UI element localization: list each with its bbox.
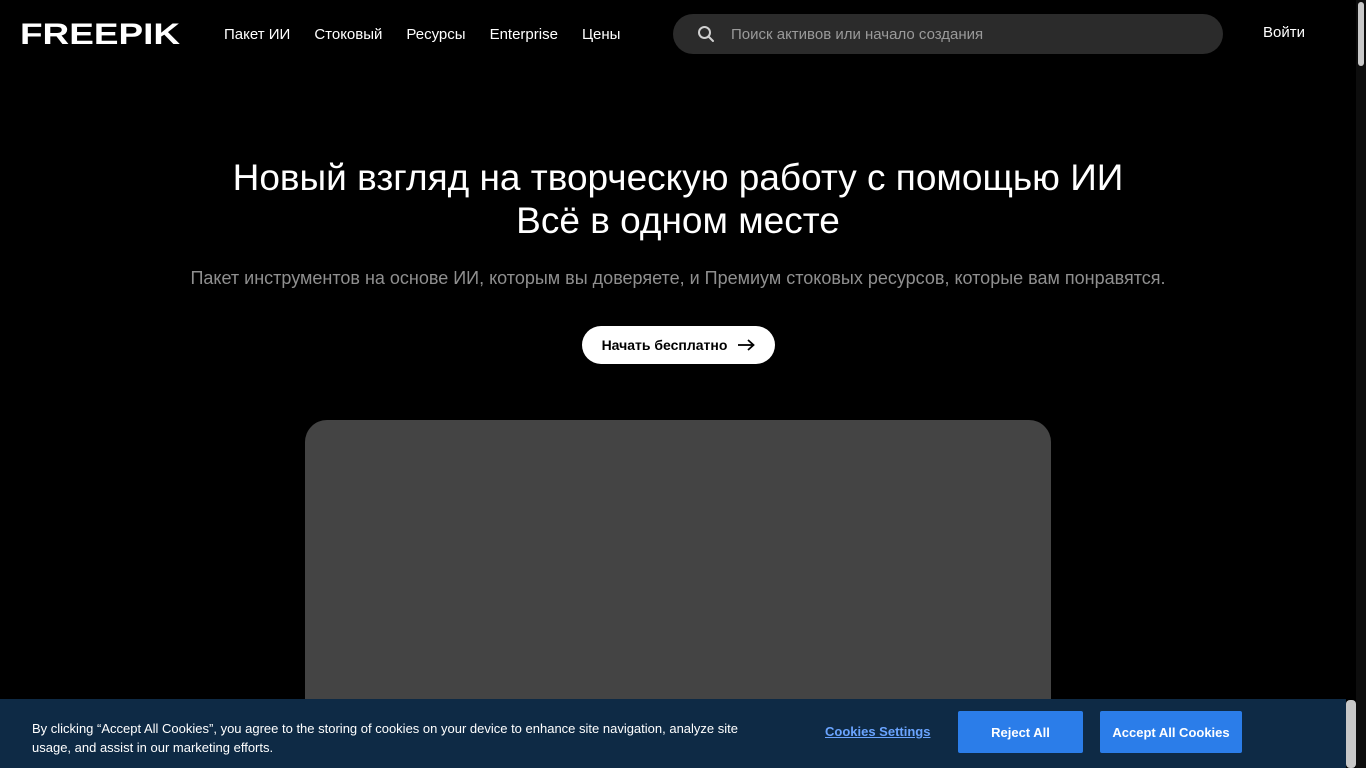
login-link[interactable]: Войти: [1263, 24, 1305, 41]
scrollbar-thumb[interactable]: [1358, 2, 1364, 66]
cookie-text: By clicking “Accept All Cookies”, you ag…: [32, 721, 738, 755]
site-header: FREEPIK Пакет ИИ Стоковый Ресурсы Enterp…: [0, 0, 1356, 68]
hero-title-line-1: Новый взгляд на творческую работу с помо…: [232, 157, 1124, 198]
start-free-button[interactable]: Начать бесплатно: [582, 326, 775, 364]
nav-item-pricing[interactable]: Цены: [570, 26, 633, 43]
freepik-logo[interactable]: FREEPIK: [20, 20, 180, 48]
reject-all-button[interactable]: Reject All: [958, 711, 1083, 753]
nav-item-stock[interactable]: Стоковый: [302, 26, 394, 43]
arrow-right-icon: [738, 339, 756, 351]
cookies-settings-link[interactable]: Cookies Settings: [825, 724, 930, 739]
search-bar[interactable]: [673, 14, 1223, 54]
start-free-label: Начать бесплатно: [601, 337, 728, 353]
main-nav: Пакет ИИ Стоковый Ресурсы Enterprise Цен…: [212, 0, 632, 68]
hero-subtitle: Пакет инструментов на основе ИИ, которым…: [190, 268, 1166, 288]
cookie-banner: By clicking “Accept All Cookies”, you ag…: [0, 699, 1346, 768]
accept-all-cookies-button[interactable]: Accept All Cookies: [1100, 711, 1242, 753]
cookie-scrollbar-thumb[interactable]: [1346, 700, 1356, 768]
hero-title-line-2: Всё в одном месте: [516, 200, 840, 241]
nav-item-enterprise[interactable]: Enterprise: [478, 26, 570, 43]
nav-item-ai-suite[interactable]: Пакет ИИ: [212, 26, 302, 43]
search-icon[interactable]: [697, 25, 715, 43]
hero-title: Новый взгляд на творческую работу с помо…: [0, 156, 1356, 242]
logo-text: FREEPIK: [20, 20, 180, 48]
page-scrollbar[interactable]: [1356, 0, 1366, 768]
search-input[interactable]: [731, 14, 1201, 54]
nav-item-resources[interactable]: Ресурсы: [394, 26, 477, 43]
